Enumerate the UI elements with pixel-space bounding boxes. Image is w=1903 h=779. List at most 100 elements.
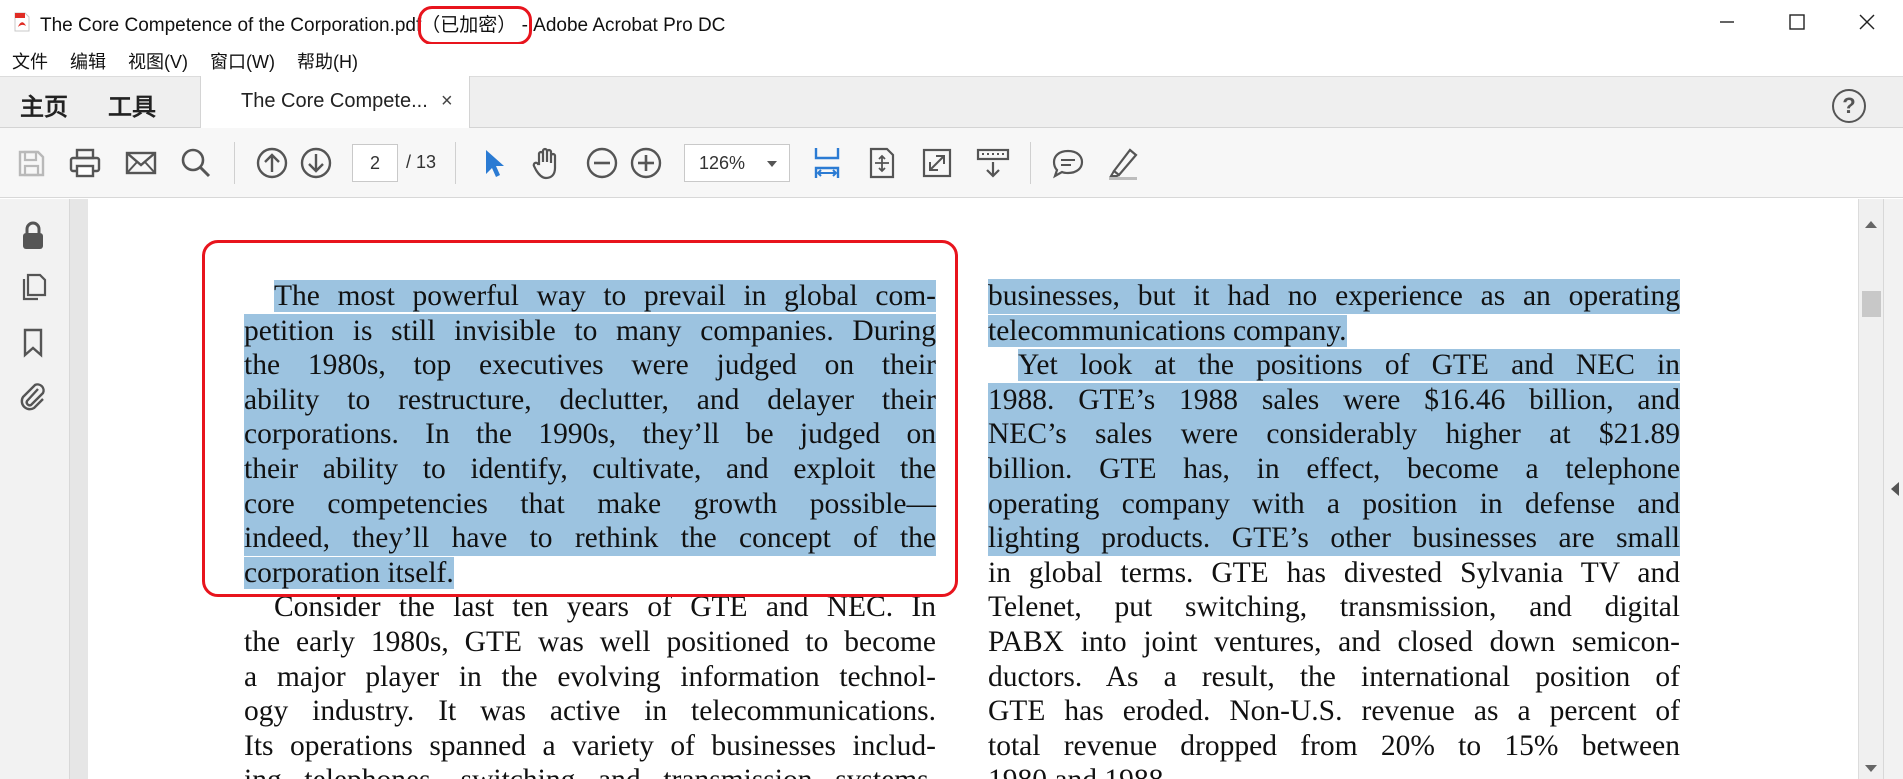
scrolling-mode-button[interactable]: [974, 144, 1012, 182]
zoom-in-icon: [630, 147, 662, 179]
pdf-file-icon: [14, 12, 30, 32]
previous-page-button[interactable]: [253, 144, 291, 182]
search-button[interactable]: [177, 144, 215, 182]
tab-close-button[interactable]: ×: [441, 90, 453, 113]
text-line: ing telephones, switching and transmissi…: [244, 763, 936, 779]
zoom-out-icon: [586, 147, 618, 179]
paperclip-icon: [20, 383, 45, 411]
toolbar: 2 / 13 126%: [0, 128, 1903, 198]
pages-icon: [22, 273, 47, 301]
comment-icon: [1052, 149, 1084, 179]
text-line: 1988. GTE’s 1988 sales were $16.46 billi…: [988, 382, 1680, 418]
menu-edit[interactable]: 编辑: [70, 48, 106, 74]
zoom-out-button[interactable]: [583, 144, 621, 182]
zoom-level-value: 126%: [699, 153, 746, 173]
tab-bar: 主页 工具 The Core Compete... × ?: [0, 76, 1903, 129]
bookmarks-button[interactable]: [16, 325, 50, 359]
tab-home[interactable]: 主页: [20, 87, 68, 122]
print-icon: [69, 148, 101, 178]
tab-tools[interactable]: 工具: [108, 87, 156, 122]
tab-document-label: The Core Compete...: [241, 90, 428, 112]
text-line: operating company with a position in def…: [988, 486, 1680, 522]
scroll-up-arrow-icon[interactable]: [1865, 221, 1877, 228]
close-window-button[interactable]: [1832, 0, 1902, 44]
left-navigation-panel: [0, 199, 81, 779]
text-line: Yet look at the positions of GTE and NEC…: [1018, 349, 1680, 382]
full-screen-button[interactable]: [918, 144, 956, 182]
bookmark-icon: [23, 328, 43, 358]
hand-icon: [532, 147, 557, 180]
search-icon: [181, 148, 211, 178]
right-panel-collapsed: [1883, 199, 1903, 779]
page-thumbnails-button[interactable]: [16, 269, 50, 303]
selection-annotation-box: [202, 240, 958, 597]
text-line: telecommunications company.: [988, 314, 1347, 347]
arrow-down-circle-icon: [300, 147, 332, 179]
text-line: GTE has eroded. Non-U.S. revenue as a pe…: [988, 695, 1680, 728]
title-bar: The Core Competence of the Corporation.p…: [0, 0, 1903, 45]
save-icon: [18, 150, 45, 177]
text-line: ductors. As a result, the international …: [988, 660, 1680, 693]
text-line: ogy industry. It was active in telecommu…: [244, 695, 936, 728]
window-title-filename: The Core Competence of the Corporation.p…: [40, 15, 422, 36]
vertical-scrollbar[interactable]: [1858, 199, 1883, 779]
close-icon: [1859, 14, 1875, 30]
text-line: businesses, but it had no experience as …: [988, 279, 1680, 314]
cursor-arrow-icon: [486, 150, 504, 177]
text-line: billion. GTE has, in effect, become a te…: [988, 451, 1680, 487]
minimize-icon: [1720, 21, 1734, 23]
text-line: Its operations spanned a variety of busi…: [244, 729, 936, 762]
mail-icon: [125, 151, 157, 175]
menu-help[interactable]: 帮助(H): [297, 48, 358, 74]
menu-file[interactable]: 文件: [12, 48, 48, 74]
text-line: 1980 and 1988.: [988, 763, 1680, 779]
zoom-in-button[interactable]: [627, 144, 665, 182]
maximize-button[interactable]: [1762, 0, 1832, 44]
scrollbar-thumb[interactable]: [1862, 291, 1881, 317]
arrow-up-circle-icon: [256, 147, 288, 179]
toolbar-separator: [1030, 142, 1031, 184]
text-line: in global terms. GTE has divested Sylvan…: [988, 556, 1680, 589]
page-number-input[interactable]: 2: [352, 144, 398, 182]
highlighter-icon: [1109, 148, 1138, 180]
fit-width-button[interactable]: [808, 144, 846, 182]
text-line: total revenue dropped from 20% to 15% be…: [988, 729, 1680, 762]
chevron-down-icon: [767, 161, 777, 167]
expand-right-panel-icon[interactable]: [1891, 482, 1899, 496]
maximize-icon: [1789, 14, 1805, 30]
text-line: PABX into joint ventures, and closed dow…: [988, 625, 1680, 658]
menu-window[interactable]: 窗口(W): [210, 48, 275, 74]
menu-view[interactable]: 视图(V): [128, 48, 188, 74]
zoom-level-select[interactable]: 126%: [684, 144, 790, 182]
window-title: The Core Competence of the Corporation.p…: [40, 10, 725, 37]
help-button[interactable]: ?: [1832, 89, 1866, 123]
attachments-button[interactable]: [16, 379, 50, 413]
highlight-button[interactable]: [1104, 144, 1142, 182]
scroll-mode-icon: [976, 148, 1010, 178]
email-button[interactable]: [122, 144, 160, 182]
fit-page-icon: [869, 147, 895, 179]
window-title-app: - Adobe Acrobat Pro DC: [516, 15, 726, 36]
fit-page-button[interactable]: [863, 144, 901, 182]
fit-width-icon: [814, 148, 840, 178]
print-button[interactable]: [66, 144, 104, 182]
comment-button[interactable]: [1049, 144, 1087, 182]
text-line: the early 1980s, GTE was well positioned…: [244, 625, 936, 658]
page-total: / 13: [406, 152, 437, 172]
expand-icon: [922, 148, 952, 178]
security-panel-button[interactable]: [16, 219, 50, 253]
text-line: NEC’s sales were considerably higher at …: [988, 417, 1680, 452]
next-page-button[interactable]: [297, 144, 335, 182]
toolbar-separator: [234, 142, 235, 184]
save-button[interactable]: [12, 144, 50, 182]
text-line: Telenet, put switching, transmission, an…: [988, 591, 1680, 624]
select-tool-button[interactable]: [474, 144, 512, 182]
lock-icon: [23, 221, 43, 249]
menu-bar: 文件 编辑 视图(V) 窗口(W) 帮助(H): [0, 44, 1903, 76]
encrypted-tag-annotation: [418, 6, 532, 45]
tab-document[interactable]: The Core Compete... ×: [200, 76, 470, 129]
text-line: lighting products. GTE’s other businesse…: [988, 521, 1680, 556]
scroll-down-arrow-icon[interactable]: [1865, 765, 1877, 772]
minimize-button[interactable]: [1692, 0, 1762, 44]
hand-tool-button[interactable]: [528, 144, 566, 182]
